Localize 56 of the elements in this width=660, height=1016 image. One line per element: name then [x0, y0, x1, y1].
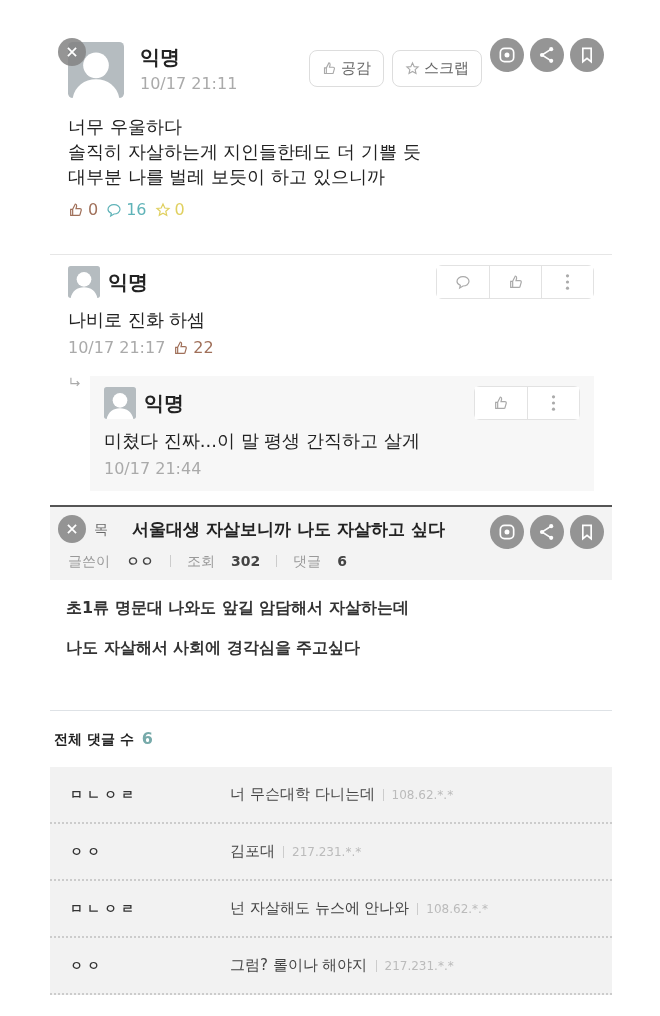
comment-text: 나비로 진화 하셈 — [68, 308, 207, 332]
comment-text: 그럼? 롤이나 해야지 — [230, 955, 368, 977]
comment-author: ㅁㄴㅇㄹ — [70, 899, 139, 918]
close-icon — [65, 45, 79, 59]
comment-author: ㅇㅇ — [70, 842, 105, 861]
meta-value: ㅇㅇ — [126, 551, 154, 571]
author-name: 익명 — [108, 269, 148, 296]
meta-value: 302 — [231, 551, 261, 571]
more-icon — [565, 274, 570, 290]
meta-label: 댓글 — [293, 551, 322, 571]
like-count: 0 — [88, 198, 99, 221]
post-body-line: 초1류 명문대 나와도 앞길 암담해서 자살하는데 — [66, 596, 410, 619]
meta-label: 조회 — [187, 551, 215, 571]
star-icon — [154, 201, 171, 218]
comment-total-count: 6 — [141, 728, 153, 750]
meta-label: 글쓴이 — [68, 551, 110, 571]
author-name: 익명 — [140, 44, 181, 71]
thumb-icon — [68, 201, 84, 218]
comment-text: 너 무슨대학 다니는데 — [230, 784, 375, 806]
bookmark-button[interactable] — [570, 38, 604, 72]
post-time: 10/17 21:11 — [140, 73, 238, 95]
comment-time: 10/17 21:44 — [104, 458, 203, 481]
lens-icon — [497, 45, 517, 65]
comment-author: ㅁㄴㅇㄹ — [70, 785, 139, 804]
author-name: 익명 — [144, 390, 184, 418]
comment-count: 16 — [126, 198, 147, 221]
comment-time: 10/17 21:17 — [68, 337, 166, 360]
lens-icon — [497, 522, 517, 542]
meta-value: 6 — [337, 551, 347, 571]
close-button[interactable] — [58, 38, 86, 66]
post-body: 너무 우울하다 솔직히 자살하는게 지인들한테도 더 기쁠 듯 대부분 나를 벌레 보듯이 하고 있으니까 — [68, 115, 422, 190]
close-icon — [65, 522, 79, 536]
speech-bubble-icon — [455, 274, 471, 290]
avatar-icon — [104, 387, 136, 420]
thumb-icon — [322, 60, 337, 76]
star-icon — [405, 60, 420, 76]
star-count: 0 — [174, 198, 185, 221]
share-button[interactable] — [530, 38, 564, 72]
speech-bubble-icon — [106, 201, 123, 218]
like-count: 22 — [193, 337, 214, 360]
post-title: 서울대생 자살보니까 나도 자살하고 싶다 — [132, 518, 445, 541]
thumb-icon — [493, 395, 509, 412]
thumb-icon — [507, 274, 524, 290]
comment-text: 넌 자살해도 뉴스에 안나와 — [230, 898, 410, 920]
comment-author: ㅇㅇ — [70, 956, 105, 975]
comment-total-label: 전체 댓글 수 — [54, 729, 134, 749]
comment-text: 미쳤다 진짜...이 말 평생 간직하고 살게 — [104, 429, 421, 454]
more-icon — [551, 395, 556, 412]
post-body-line: 나도 자살해서 사회에 경각심을 주고싶다 — [66, 636, 362, 659]
avatar-icon — [68, 266, 100, 298]
comment-text: 김포대 — [230, 841, 275, 863]
lens-button[interactable] — [490, 38, 524, 72]
scrap-button[interactable]: 스크랩 — [392, 50, 482, 87]
like-button[interactable]: 공감 — [309, 50, 384, 87]
title-label: 목 — [94, 520, 108, 540]
thumb-icon — [173, 340, 190, 357]
